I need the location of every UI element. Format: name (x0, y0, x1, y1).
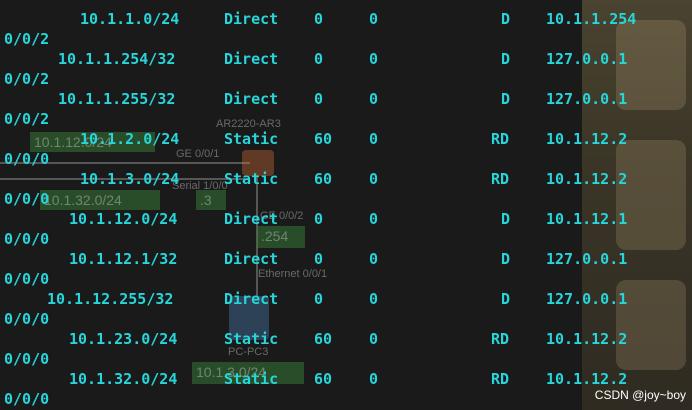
route-flags: RD (491, 370, 510, 388)
route-preference: 0 (314, 210, 324, 228)
route-protocol: Direct (224, 250, 279, 268)
route-preference: 0 (314, 90, 324, 108)
route-nexthop: 10.1.12.2 (546, 330, 628, 348)
route-protocol: Direct (224, 50, 279, 68)
route-preference: 0 (314, 250, 324, 268)
route-interface: 0/0/0 (4, 190, 50, 208)
route-interface: 0/0/2 (4, 70, 50, 88)
port-label: Ethernet 0/0/1 (258, 268, 328, 280)
route-cost: 0 (369, 290, 379, 308)
route-protocol: Direct (224, 290, 279, 308)
route-nexthop: 10.1.12.1 (546, 210, 628, 228)
port-label: GE 0/0/1 (176, 148, 220, 160)
route-cost: 0 (369, 210, 379, 228)
route-protocol: Direct (224, 90, 279, 108)
route-nexthop: 10.1.12.2 (546, 370, 628, 388)
route-nexthop: 127.0.0.1 (546, 90, 628, 108)
route-flags: D (501, 10, 511, 28)
route-nexthop: 127.0.0.1 (546, 50, 628, 68)
route-flags: D (501, 50, 511, 68)
route-destination: 10.1.1.255/32 (58, 90, 176, 108)
route-cost: 0 (369, 50, 379, 68)
route-interface: 0/0/0 (4, 310, 50, 328)
route-preference: 60 (314, 330, 333, 348)
route-interface: 0/0/2 (4, 30, 50, 48)
route-nexthop: 10.1.12.2 (546, 130, 628, 148)
router-label: AR2220-AR3 (216, 118, 281, 130)
network-label: .254 (261, 228, 289, 244)
route-destination: 10.1.12.255/32 (47, 290, 174, 308)
route-preference: 0 (314, 290, 324, 308)
route-destination: 10.1.2.0/24 (80, 130, 180, 148)
route-destination: 10.1.1.0/24 (80, 10, 180, 28)
route-nexthop: 127.0.0.1 (546, 250, 628, 268)
route-cost: 0 (369, 130, 379, 148)
route-flags: RD (491, 330, 510, 348)
route-protocol: Static (224, 130, 279, 148)
route-cost: 0 (369, 90, 379, 108)
route-flags: D (501, 210, 511, 228)
route-cost: 0 (369, 170, 379, 188)
route-cost: 0 (369, 330, 379, 348)
route-flags: D (501, 290, 511, 308)
watermark-text: CSDN @joy~boy (594, 388, 686, 402)
network-label: .3 (200, 192, 212, 208)
route-destination: 10.1.3.0/24 (80, 170, 180, 188)
route-nexthop: 10.1.12.2 (546, 170, 628, 188)
route-interface: 0/0/2 (4, 110, 50, 128)
route-flags: D (501, 250, 511, 268)
route-preference: 0 (314, 10, 324, 28)
route-flags: RD (491, 130, 510, 148)
route-interface: 0/0/0 (4, 390, 50, 408)
route-preference: 60 (314, 170, 333, 188)
route-protocol: Direct (224, 10, 279, 28)
route-preference: 0 (314, 50, 324, 68)
route-protocol: Static (224, 170, 279, 188)
route-interface: 0/0/0 (4, 270, 50, 288)
route-preference: 60 (314, 370, 333, 388)
route-protocol: Static (224, 330, 279, 348)
route-flags: D (501, 90, 511, 108)
route-destination: 10.1.12.1/32 (69, 250, 178, 268)
route-protocol: Static (224, 370, 279, 388)
route-protocol: Direct (224, 210, 279, 228)
route-interface: 0/0/0 (4, 350, 50, 368)
route-interface: 0/0/0 (4, 150, 50, 168)
route-destination: 10.1.23.0/24 (69, 330, 178, 348)
route-destination: 10.1.12.0/24 (69, 210, 178, 228)
network-label: 10.1.32.0/24 (44, 192, 122, 208)
route-nexthop: 10.1.1.254 (546, 10, 637, 28)
route-destination: 10.1.32.0/24 (69, 370, 178, 388)
route-nexthop: 127.0.0.1 (546, 290, 628, 308)
route-cost: 0 (369, 250, 379, 268)
route-cost: 0 (369, 10, 379, 28)
route-cost: 0 (369, 370, 379, 388)
port-label: Serial 1/0/0 (172, 180, 228, 192)
background-artwork (616, 140, 686, 250)
route-flags: RD (491, 170, 510, 188)
route-destination: 10.1.1.254/32 (58, 50, 176, 68)
route-interface: 0/0/0 (4, 230, 50, 248)
route-preference: 60 (314, 130, 333, 148)
